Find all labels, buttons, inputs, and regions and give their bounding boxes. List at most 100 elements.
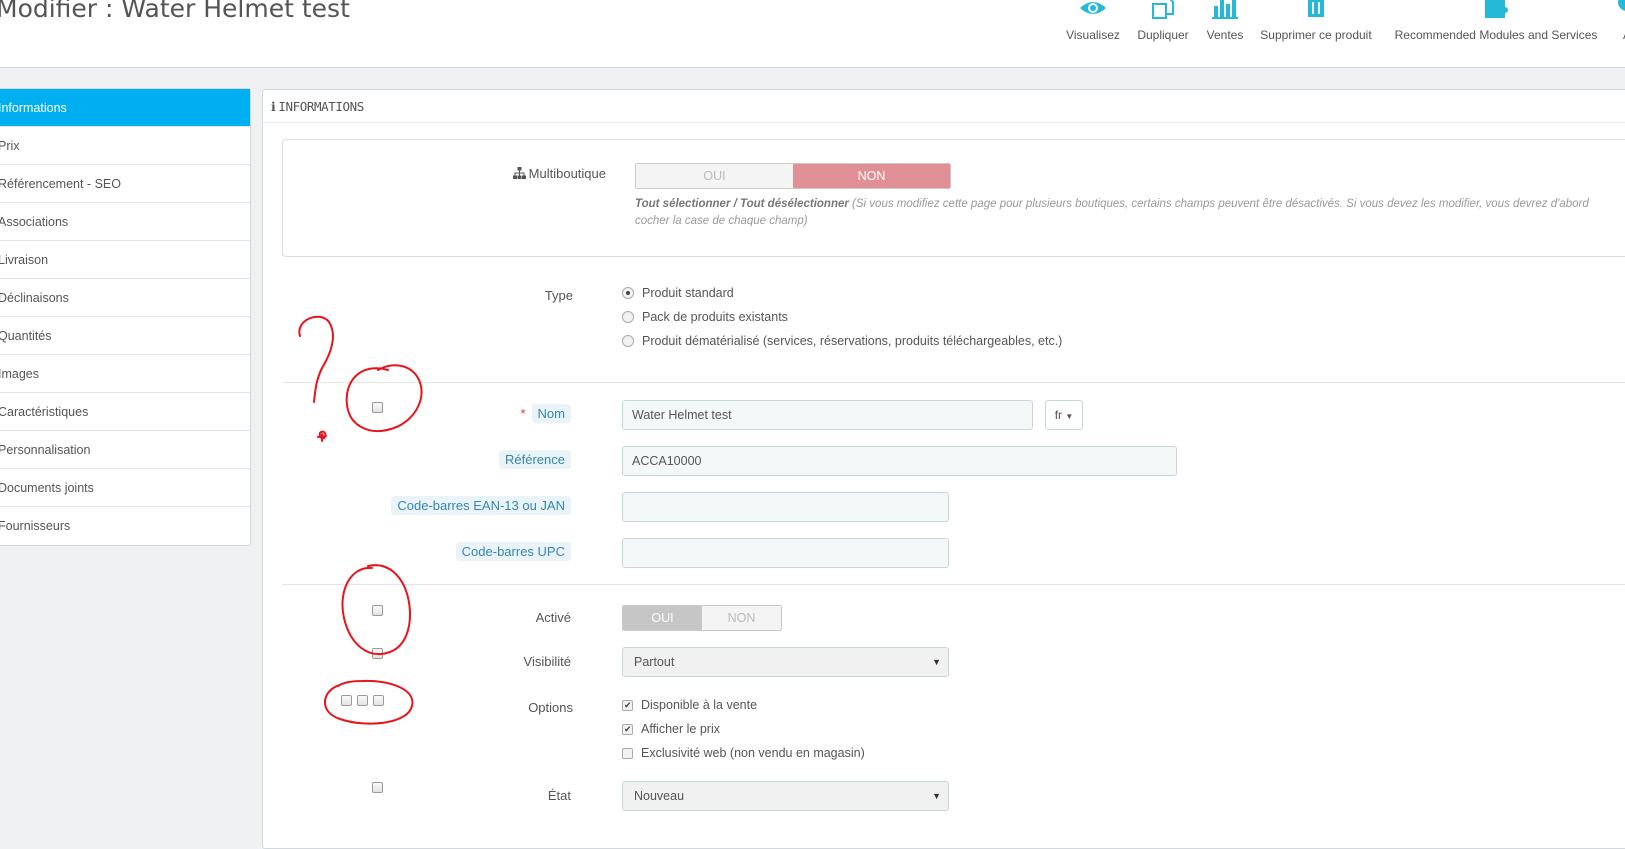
online-only-label: Exclusivité web (non vendu en magasin) [641, 746, 865, 760]
preview-button[interactable]: Visualisez [1062, 0, 1124, 48]
panel-heading: i INFORMATIONS [263, 90, 1625, 123]
language-code: fr [1054, 408, 1063, 422]
active-label: Activé [535, 610, 571, 625]
informations-panel: i INFORMATIONS Multiboutique OUI NON Tout… [262, 89, 1625, 849]
sales-label: Ventes [1206, 28, 1244, 42]
ean13-input[interactable] [622, 492, 949, 522]
active-switch[interactable]: OUI NON [622, 605, 782, 631]
type-pack-label: Pack de produits existants [642, 310, 788, 324]
visibility-select[interactable]: Partout ▼ [622, 647, 949, 677]
multishop-checkbox-active[interactable] [372, 605, 383, 616]
type-standard-option[interactable]: Produit standard [622, 286, 734, 300]
ean13-label-text: Code-barres EAN-13 ou JAN [391, 496, 571, 515]
sidebar-item-prix[interactable]: Prix [0, 127, 250, 165]
delete-product-button[interactable]: Supprimer ce produit [1255, 0, 1377, 48]
upc-input[interactable] [622, 538, 949, 568]
multishop-help: Tout sélectionner / Tout désélectionner … [635, 196, 1595, 230]
type-pack-option[interactable]: Pack de produits existants [622, 310, 788, 324]
condition-label: État [547, 788, 571, 803]
upc-label-text: Code-barres UPC [455, 542, 571, 561]
multishop-no[interactable]: NON [793, 164, 950, 188]
radio-pack[interactable] [622, 311, 634, 323]
radio-virtual[interactable] [622, 335, 634, 347]
available-for-order-label: Disponible à la vente [641, 698, 758, 712]
section-divider [282, 382, 1625, 383]
ean13-label: Code-barres EAN-13 ou JAN [391, 496, 571, 515]
reference-label: Référence [499, 450, 571, 469]
checkbox-show-price[interactable] [622, 724, 633, 735]
reference-input[interactable]: ACCA10000 [622, 446, 1177, 476]
recommended-modules-label: Recommended Modules and Services [1394, 28, 1598, 42]
sidebar-item-quantites[interactable]: Quantités [0, 317, 250, 355]
checkbox-available-for-order[interactable] [622, 700, 633, 711]
sidebar-item-documents-joints[interactable]: Documents joints [0, 469, 250, 507]
multishop-checkbox-name[interactable] [372, 402, 383, 413]
help-icon [1618, 0, 1625, 11]
multishop-checkbox-options-2[interactable] [357, 695, 368, 706]
sidebar-item-seo[interactable]: Référencement - SEO [0, 165, 250, 203]
section-divider-2 [282, 584, 1625, 585]
sidebar-item-associations[interactable]: Associations [0, 203, 250, 241]
select-all-link[interactable]: Tout sélectionner / Tout désélectionner [635, 198, 849, 210]
multishop-checkbox-options-1[interactable] [341, 695, 352, 706]
checkbox-online-only[interactable] [622, 748, 633, 759]
info-icon: i [271, 99, 276, 114]
type-label: Type [544, 288, 573, 303]
duplicate-button[interactable]: Dupliquer [1132, 0, 1194, 48]
delete-product-label: Supprimer ce produit [1260, 28, 1372, 42]
multishop-checkbox-visibility[interactable] [372, 648, 383, 659]
active-yes[interactable]: OUI [623, 606, 702, 630]
bar-chart-icon [1212, 0, 1238, 19]
page-header: Modifier : Water Helmet test Visualisez … [0, 0, 1625, 68]
visibility-value: Partout [634, 655, 675, 669]
condition-select[interactable]: Nouveau ▼ [622, 781, 949, 811]
sidebar-item-informations[interactable]: Informations [0, 89, 250, 127]
option-available-for-order[interactable]: Disponible à la vente [622, 698, 757, 712]
sidebar-item-caracteristiques[interactable]: Caractéristiques [0, 393, 250, 431]
chevron-down-icon: ▼ [1065, 412, 1074, 421]
select-caret-icon: ▼ [932, 657, 941, 667]
upc-label: Code-barres UPC [455, 542, 571, 561]
help-label: A [1612, 28, 1625, 42]
panel-heading-text: INFORMATIONS [278, 99, 364, 114]
puzzle-icon [1485, 0, 1508, 18]
recommended-modules-button[interactable]: Recommended Modules and Services [1390, 0, 1602, 48]
type-standard-label: Produit standard [642, 286, 734, 300]
preview-label: Visualisez [1066, 28, 1120, 42]
type-virtual-label: Produit dématérialisé (services, réserva… [642, 334, 1063, 348]
sidebar-item-livraison[interactable]: Livraison [0, 241, 250, 279]
options-label: Options [528, 700, 573, 715]
copy-icon [1152, 0, 1174, 19]
sidebar-item-declinaisons[interactable]: Déclinaisons [0, 279, 250, 317]
trash-icon [1308, 0, 1324, 17]
sidebar-item-images[interactable]: Images [0, 355, 250, 393]
type-virtual-option[interactable]: Produit dématérialisé (services, réserva… [622, 334, 1062, 348]
sidebar-item-personnalisation[interactable]: Personnalisation [0, 431, 250, 469]
sitemap-icon [512, 167, 526, 179]
multishop-box: Multiboutique OUI NON Tout sélectionner … [282, 139, 1625, 257]
name-input[interactable]: Water Helmet test [622, 400, 1033, 430]
active-no[interactable]: NON [702, 606, 781, 630]
radio-standard[interactable] [622, 287, 634, 299]
select-caret-icon: ▼ [932, 791, 941, 801]
multishop-label-text: Multiboutique [528, 166, 606, 181]
sales-button[interactable]: Ventes [1202, 0, 1248, 48]
condition-value: Nouveau [634, 789, 685, 803]
option-online-only[interactable]: Exclusivité web (non vendu en magasin) [622, 746, 865, 760]
duplicate-label: Dupliquer [1137, 28, 1189, 42]
multishop-yes[interactable]: OUI [636, 164, 793, 188]
multishop-label: Multiboutique [512, 166, 606, 181]
product-tabs-sidebar: Informations Prix Référencement - SEO As… [0, 88, 251, 546]
help-button[interactable]: A [1612, 0, 1625, 48]
name-label-text: Nom [531, 404, 571, 423]
visibility-label: Visibilité [523, 654, 571, 669]
multishop-switch[interactable]: OUI NON [635, 163, 951, 189]
sidebar-item-fournisseurs[interactable]: Fournisseurs [0, 507, 250, 545]
eye-icon [1080, 2, 1106, 14]
language-dropdown[interactable]: fr ▼ [1045, 400, 1083, 430]
name-label: * Nom [520, 404, 571, 423]
option-show-price[interactable]: Afficher le prix [622, 722, 720, 736]
show-price-label: Afficher le prix [641, 722, 720, 736]
multishop-checkbox-options-3[interactable] [373, 695, 384, 706]
multishop-checkbox-condition[interactable] [372, 782, 383, 793]
